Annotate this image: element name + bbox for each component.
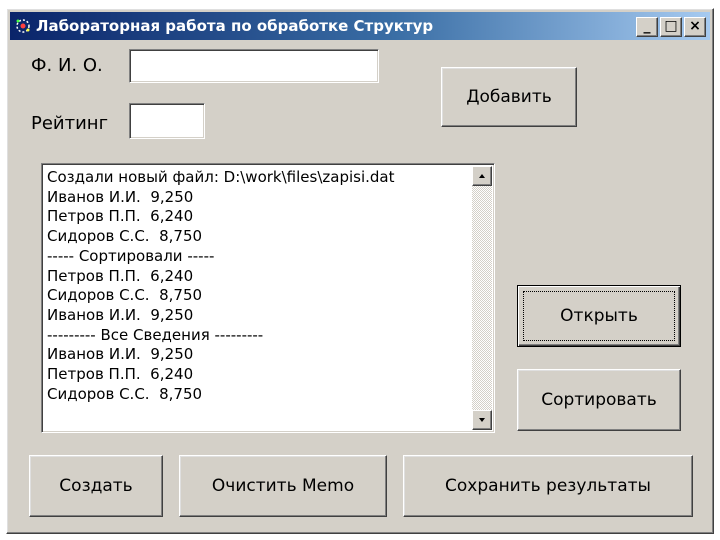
scroll-down-button[interactable] xyxy=(472,410,492,430)
minimize-button[interactable]: _ xyxy=(636,17,658,37)
memo-line: Создали новый файл: D:\work\files\zapisi… xyxy=(47,168,395,186)
memo-line: Иванов И.И. 9,250 xyxy=(47,187,194,206)
arrow-up-icon xyxy=(479,174,485,178)
window-title: Лабораторная работа по обработке Структу… xyxy=(36,17,434,35)
rating-input[interactable] xyxy=(129,103,205,139)
clear-memo-button[interactable]: Очистить Memo xyxy=(179,455,387,517)
memo-line: Петров П.П. 6,240 xyxy=(47,266,194,285)
title-bar[interactable]: Лабораторная работа по обработке Структу… xyxy=(10,12,710,40)
scroll-up-button[interactable] xyxy=(472,166,492,186)
memo-line: Сидоров С.С. 8,750 xyxy=(47,286,203,305)
fio-label: Ф. И. О. xyxy=(31,55,103,76)
memo-line: Сидоров С.С. 8,750 xyxy=(47,384,203,403)
close-button[interactable]: × xyxy=(684,17,706,37)
maximize-button[interactable]: □ xyxy=(660,17,682,37)
memo-box[interactable]: Создали новый файл: D:\work\files\zapisi… xyxy=(41,163,495,433)
memo-line: ----- Сортировали ----- xyxy=(47,246,215,265)
add-button[interactable]: Добавить xyxy=(441,67,577,127)
fio-input[interactable] xyxy=(129,49,379,83)
app-icon xyxy=(16,19,30,33)
memo-line: Сидоров С.С. 8,750 xyxy=(47,227,203,246)
sort-button[interactable]: Сортировать xyxy=(517,369,681,431)
memo-line: Иванов И.И. 9,250 xyxy=(47,305,194,324)
memo-line: Иванов И.И. 9,250 xyxy=(47,345,194,364)
open-button[interactable]: Открыть xyxy=(517,285,681,347)
focus-rectangle xyxy=(523,291,675,341)
memo-text: Создали новый файл: D:\work\files\zapisi… xyxy=(47,168,462,404)
memo-scrollbar[interactable] xyxy=(472,166,492,430)
arrow-down-icon xyxy=(479,418,485,422)
rating-label: Рейтинг xyxy=(31,113,109,134)
save-results-button[interactable]: Сохранить результаты xyxy=(403,455,693,517)
memo-line: Петров П.П. 6,240 xyxy=(47,365,194,384)
memo-line: --------- Все Сведения --------- xyxy=(47,325,264,344)
memo-line: Петров П.П. 6,240 xyxy=(47,207,194,226)
create-button[interactable]: Создать xyxy=(29,455,163,517)
main-window: Лабораторная работа по обработке Структу… xyxy=(6,8,714,534)
